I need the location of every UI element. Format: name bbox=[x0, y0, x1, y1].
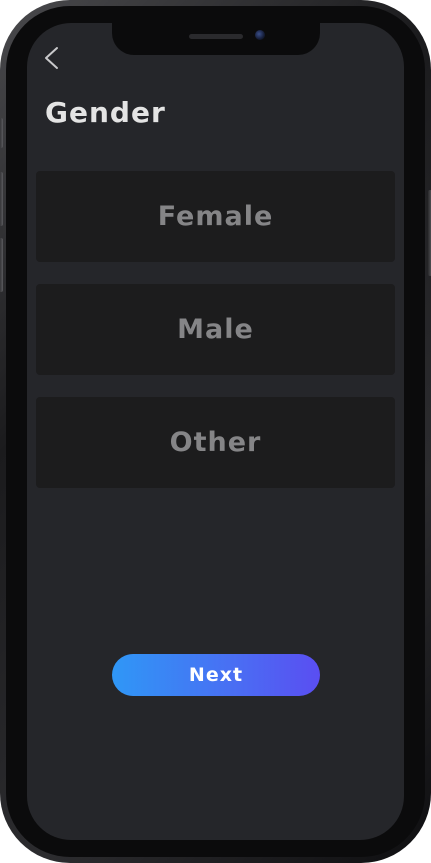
volume-down-button bbox=[0, 238, 3, 292]
chevron-left-icon bbox=[45, 47, 58, 69]
gender-option-male[interactable]: Male bbox=[36, 284, 395, 375]
phone-frame: Gender Female Male Other Next bbox=[0, 0, 431, 863]
back-button[interactable] bbox=[39, 43, 67, 71]
app-screen: Gender Female Male Other Next bbox=[27, 23, 404, 840]
front-camera bbox=[255, 30, 265, 40]
gender-option-other[interactable]: Other bbox=[36, 397, 395, 488]
volume-up-button bbox=[0, 172, 3, 226]
gender-option-label: Female bbox=[157, 201, 274, 232]
notch bbox=[112, 23, 320, 55]
mute-switch bbox=[0, 118, 3, 148]
page-title: Gender bbox=[45, 96, 166, 129]
gender-option-label: Male bbox=[177, 314, 254, 345]
speaker-grille bbox=[189, 34, 243, 39]
gender-option-label: Other bbox=[169, 427, 262, 458]
next-button[interactable]: Next bbox=[112, 654, 320, 696]
next-button-label: Next bbox=[188, 664, 244, 686]
gender-option-female[interactable]: Female bbox=[36, 171, 395, 262]
